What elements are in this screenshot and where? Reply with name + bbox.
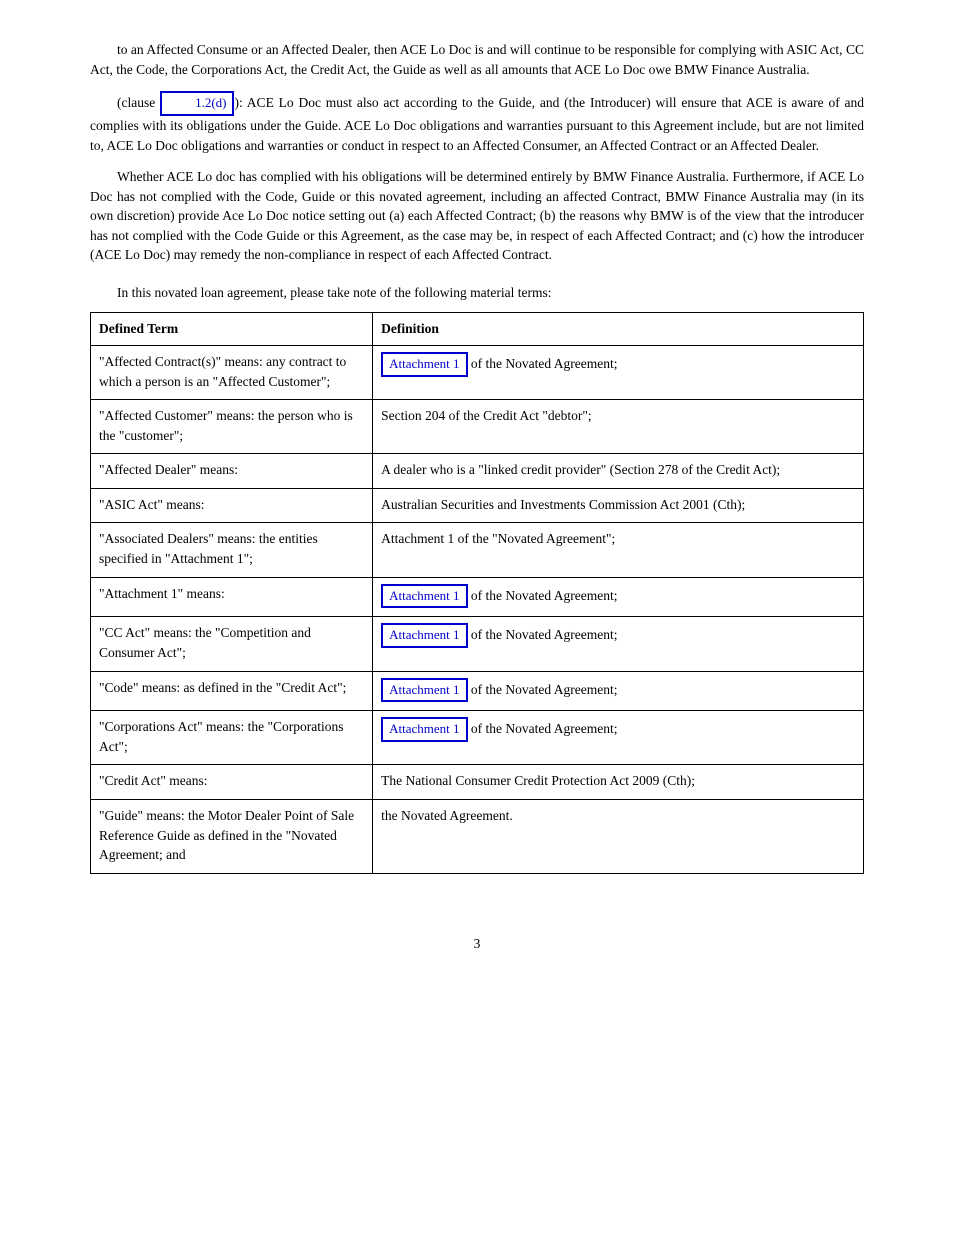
term-cell: "Associated Dealers" means: the entities… [91,523,373,577]
term-cell: "Attachment 1" means: [91,577,373,617]
attachment-link[interactable]: Attachment 1 [381,584,467,609]
term-cell: "Credit Act" means: [91,765,373,800]
definition-text: of the Novated Agreement; [468,721,618,736]
attachment-link[interactable]: Attachment 1 [381,623,467,648]
attachment-link[interactable]: Attachment 1 [381,717,467,742]
definition-cell: Section 204 of the Credit Act "debtor"; [373,400,864,454]
table-row: "CC Act" means: the "Competition and Con… [91,617,864,671]
paragraph-2: (clause 1.2(d)): ACE Lo Doc must also ac… [90,91,864,155]
definition-cell: Australian Securities and Investments Co… [373,488,864,523]
defined-terms-table: Defined Term Definition "Affected Contra… [90,312,864,873]
table-row: "Affected Contract(s)" means: any contra… [91,346,864,400]
term-cell: "Corporations Act" means: the "Corporati… [91,711,373,765]
term-cell: "ASIC Act" means: [91,488,373,523]
table-header-definition: Definition [373,313,864,346]
definition-cell: Attachment 1 of the Novated Agreement; [373,671,864,711]
table-row: "Affected Customer" means: the person wh… [91,400,864,454]
attachment-link[interactable]: Attachment 1 [381,678,467,703]
term-cell: "Guide" means: the Motor Dealer Point of… [91,800,373,874]
definition-text: of the Novated Agreement; [468,588,618,603]
definition-cell: Attachment 1 of the Novated Agreement; [373,577,864,617]
definition-cell: Attachment 1 of the Novated Agreement; [373,346,864,400]
definition-text: of the Novated Agreement; [468,356,618,371]
paragraph-1: to an Affected Consume or an Affected De… [90,40,864,79]
definition-cell: Attachment 1 of the Novated Agreement; [373,711,864,765]
table-row: "Associated Dealers" means: the entities… [91,523,864,577]
table-row: "Attachment 1" means: Attachment 1 of th… [91,577,864,617]
page-number: 3 [90,934,864,954]
table-row: "ASIC Act" means: Australian Securities … [91,488,864,523]
table-row: "Corporations Act" means: the "Corporati… [91,711,864,765]
table-intro: In this novated loan agreement, please t… [90,283,864,303]
term-cell: "Affected Contract(s)" means: any contra… [91,346,373,400]
definition-cell: Attachment 1 of the "Novated Agreement"; [373,523,864,577]
table-row: "Affected Dealer" means: A dealer who is… [91,454,864,489]
table-row: "Credit Act" means: The National Consume… [91,765,864,800]
attachment-link[interactable]: Attachment 1 [381,352,467,377]
definition-cell: The National Consumer Credit Protection … [373,765,864,800]
term-cell: "Code" means: as defined in the "Credit … [91,671,373,711]
para2-before: (clause [117,95,160,110]
definition-cell: Attachment 1 of the Novated Agreement; [373,617,864,671]
definition-cell: A dealer who is a "linked credit provide… [373,454,864,489]
table-row: "Code" means: as defined in the "Credit … [91,671,864,711]
clause-link[interactable]: 1.2(d) [160,91,234,116]
paragraph-3: Whether ACE Lo doc has complied with his… [90,167,864,265]
definition-text: of the Novated Agreement; [468,627,618,642]
term-cell: "CC Act" means: the "Competition and Con… [91,617,373,671]
table-row: "Guide" means: the Motor Dealer Point of… [91,800,864,874]
term-cell: "Affected Customer" means: the person wh… [91,400,373,454]
definition-text: of the Novated Agreement; [468,682,618,697]
table-header-term: Defined Term [91,313,373,346]
definition-cell: the Novated Agreement. [373,800,864,874]
term-cell: "Affected Dealer" means: [91,454,373,489]
